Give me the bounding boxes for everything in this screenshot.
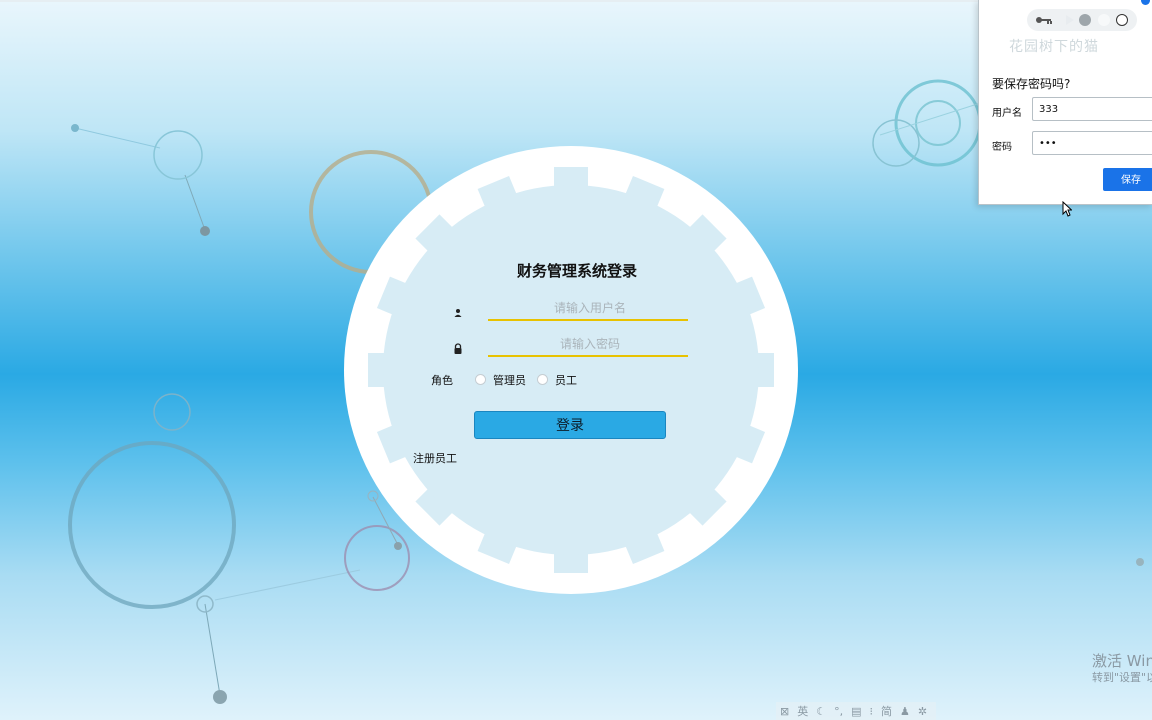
ime-english-toggle[interactable]: 英 <box>797 703 808 719</box>
role-label: 角色 <box>431 374 453 387</box>
popup-username-label: 用户名 <box>992 108 1022 119</box>
popup-title: 要保存密码吗? <box>992 77 1071 91</box>
role-admin-label[interactable]: 管理员 <box>493 372 526 388</box>
windows-activation-subtitle: 转到"设置"以 <box>1092 671 1152 684</box>
ime-menu-icon[interactable]: ⁝ <box>870 705 874 718</box>
role-employee-label[interactable]: 员工 <box>555 372 577 388</box>
register-employee-link[interactable]: 注册员工 <box>413 450 457 466</box>
save-password-popup: 花园树下的猫 要保存密码吗? 用户名 密码 保存 <box>978 0 1152 205</box>
dot-icon <box>1098 14 1110 26</box>
role-employee-radio[interactable] <box>537 374 548 385</box>
popup-username-input[interactable] <box>1032 97 1152 121</box>
save-password-button[interactable]: 保存 <box>1103 168 1152 191</box>
mouse-cursor-icon <box>1062 201 1072 217</box>
user-icon <box>454 309 462 317</box>
ime-punct-icon[interactable]: °, <box>834 705 843 718</box>
password-field[interactable] <box>488 333 692 357</box>
popup-password-input[interactable] <box>1032 131 1152 155</box>
popup-password-label: 密码 <box>992 142 1012 153</box>
password-input[interactable] <box>488 333 692 355</box>
lock-icon <box>454 343 462 354</box>
username-input[interactable] <box>488 297 692 319</box>
windows-activation-title: 激活 Win <box>1092 652 1152 670</box>
ime-simplified-toggle[interactable]: 简 <box>881 703 892 719</box>
ime-toolbar: ⊠ 英 ☾ °, ▤ ⁝ 简 ♟ ✲ <box>776 702 936 720</box>
video-watermark: 花园树下的猫 <box>1009 39 1099 55</box>
ime-logo-icon: ⊠ <box>780 704 790 718</box>
login-button[interactable]: 登录 <box>474 411 666 439</box>
key-icon[interactable] <box>1035 14 1053 26</box>
play-icon[interactable] <box>1065 14 1075 26</box>
page-title: 财务管理系统登录 <box>516 262 637 280</box>
popup-corner-dot <box>1141 0 1150 5</box>
username-field[interactable] <box>488 297 692 321</box>
ime-moon-icon[interactable]: ☾ <box>816 705 826 718</box>
circle-icon[interactable] <box>1116 14 1128 26</box>
ime-settings-icon[interactable]: ✲ <box>918 705 927 718</box>
login-gear-panel <box>343 145 799 595</box>
ime-shirt-icon[interactable]: ♟ <box>900 705 910 718</box>
gear-shape <box>344 146 798 594</box>
ime-keyboard-icon[interactable]: ▤ <box>851 705 861 718</box>
record-icon[interactable] <box>1079 14 1091 26</box>
role-admin-radio[interactable] <box>475 374 486 385</box>
